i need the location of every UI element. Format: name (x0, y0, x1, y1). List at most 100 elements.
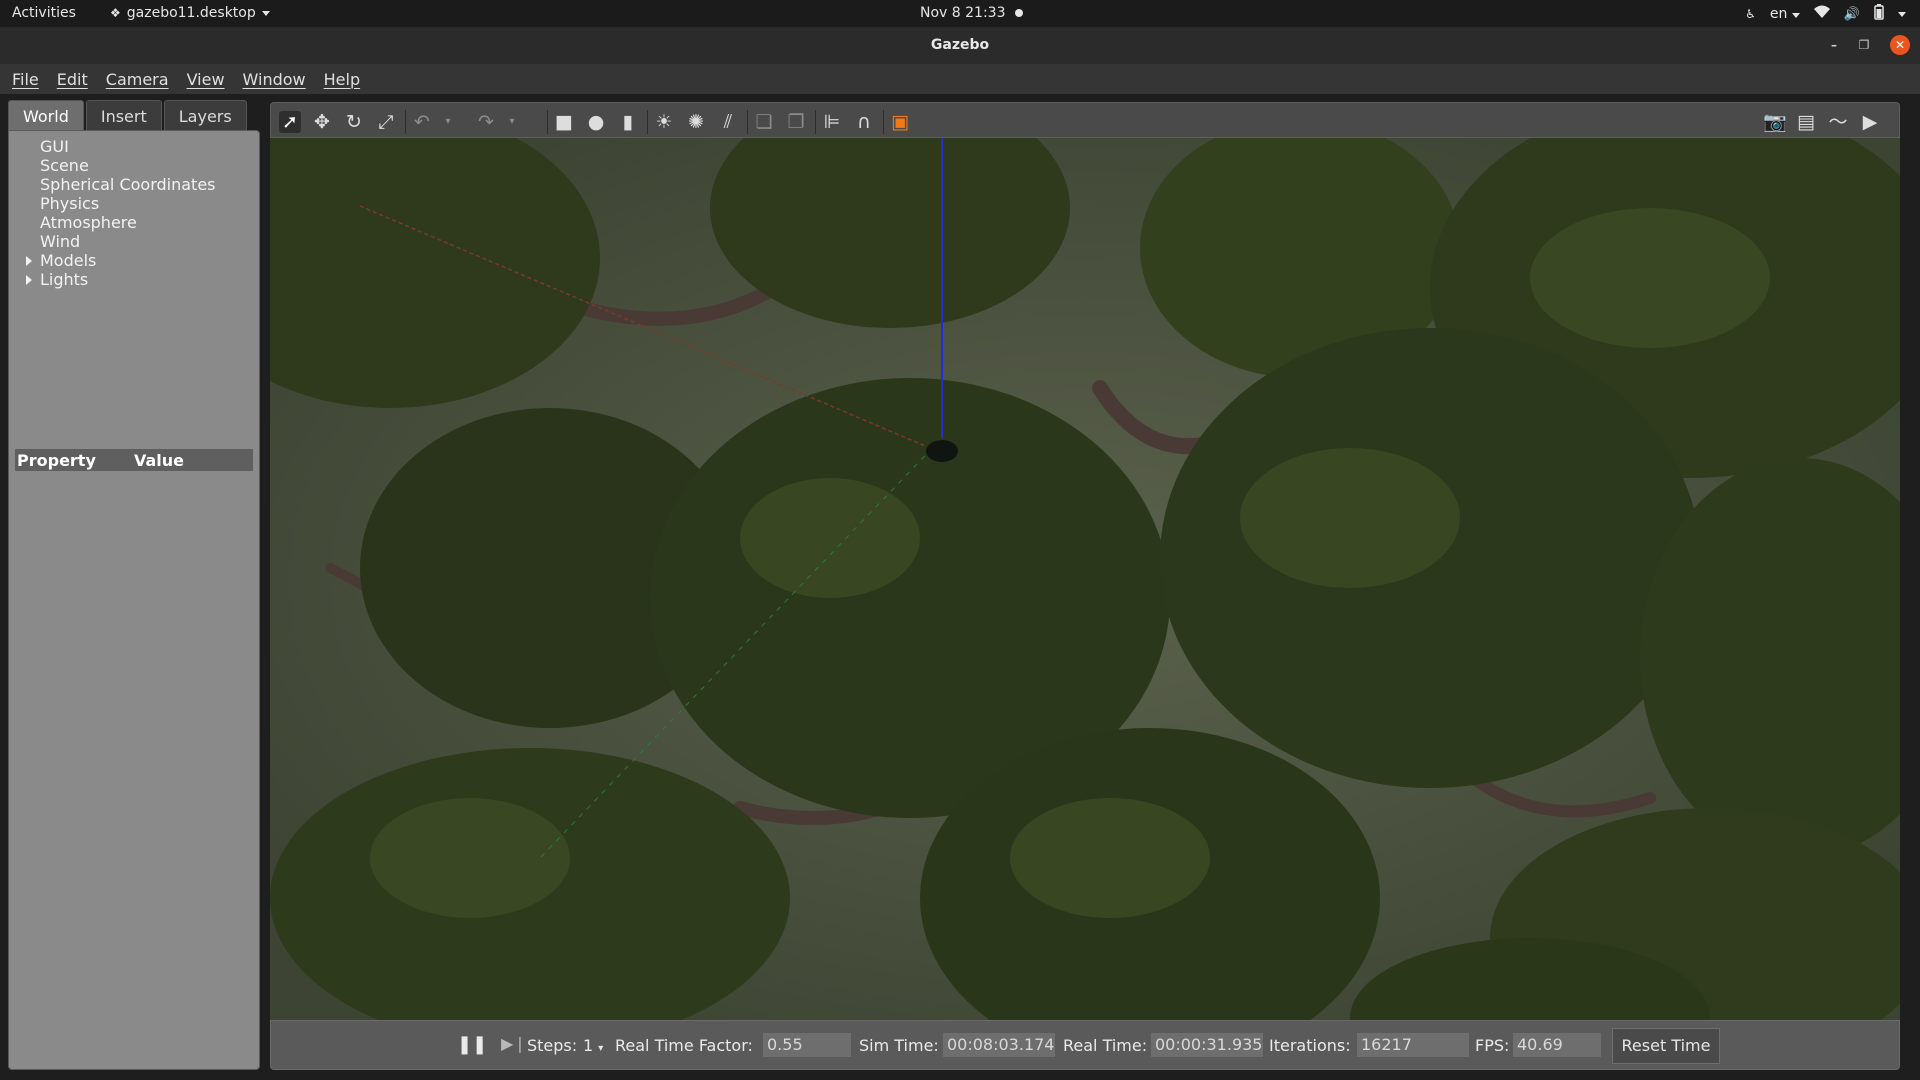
menu-window[interactable]: Window (243, 70, 306, 89)
left-panel: World Insert Layers GUI Scene Spherical … (8, 100, 260, 1070)
screenshot-icon[interactable]: 📷 (1763, 111, 1787, 133)
chevron-down-icon (261, 10, 270, 16)
minimize-button[interactable]: – (1824, 35, 1844, 55)
translate-mode-icon[interactable]: ✥ (311, 111, 333, 133)
real-time-factor-value: 0.55 (763, 1033, 851, 1057)
robot-model[interactable] (926, 440, 958, 462)
box-shape-icon[interactable]: ■ (553, 111, 575, 133)
world-tree: GUI Scene Spherical Coordinates Physics … (9, 137, 259, 289)
activities-button[interactable]: Activities (12, 5, 76, 21)
tree-item-gui[interactable]: GUI (9, 137, 259, 156)
accessibility-icon[interactable]: ♿ (1745, 7, 1756, 21)
real-time-value: 00:00:31.935 (1151, 1033, 1263, 1057)
tab-layers[interactable]: Layers (163, 100, 247, 130)
sim-time-label: Sim Time: (859, 1036, 939, 1055)
clock-label: Nov 8 21:33 (920, 5, 1006, 21)
menu-view[interactable]: View (187, 70, 225, 89)
log-data-icon[interactable]: ▤ (1795, 111, 1817, 133)
wifi-icon[interactable] (1813, 5, 1830, 23)
pause-button[interactable]: ❚❚ (457, 1034, 487, 1055)
chevron-down-icon (1791, 13, 1800, 18)
real-time-factor-label: Real Time Factor: (615, 1036, 753, 1055)
menu-help[interactable]: Help (324, 70, 360, 89)
tree-item-label: Atmosphere (40, 213, 137, 232)
rotate-mode-icon[interactable]: ↻ (343, 111, 365, 133)
cylinder-shape-icon[interactable]: ▮ (617, 111, 639, 133)
system-tray: ♿ en 🔊 (1745, 4, 1906, 24)
scene-render (270, 138, 1900, 1020)
steps-spinbox[interactable]: 1 ▾ (583, 1036, 603, 1055)
select-mode-icon[interactable]: ➚ (279, 111, 301, 133)
copy-icon[interactable]: ❏ (753, 111, 775, 133)
tree-item-physics[interactable]: Physics (9, 194, 259, 213)
menu-bar: File Edit Camera View Window Help (0, 64, 1920, 94)
paste-icon[interactable]: ❐ (785, 111, 807, 133)
battery-icon[interactable] (1874, 4, 1884, 24)
point-light-icon[interactable]: ☀ (653, 111, 675, 133)
scale-mode-icon[interactable]: ⤢ (375, 111, 397, 133)
toolbar: ➚ ✥ ↻ ⤢ ↶ ▾ ↷ ▾ ■ ● ▮ ☀ ✺ ⫽ ❏ ❐ ⊫ ∩ ▣ 📷 … (270, 102, 1900, 138)
volume-icon[interactable]: 🔊 (1844, 7, 1860, 22)
sphere-shape-icon[interactable]: ● (585, 111, 607, 133)
input-language[interactable]: en (1770, 6, 1800, 22)
align-icon[interactable]: ⊫ (821, 111, 843, 133)
expand-arrow-icon[interactable] (26, 275, 32, 285)
maximize-button[interactable]: ❐ (1854, 35, 1874, 55)
tree-item-scene[interactable]: Scene (9, 156, 259, 175)
menu-edit[interactable]: Edit (57, 70, 88, 89)
system-menu-chevron-icon[interactable] (1898, 11, 1906, 17)
tree-item-label: Scene (40, 156, 89, 175)
redo-icon[interactable]: ↷ (475, 111, 497, 133)
tree-item-atmosphere[interactable]: Atmosphere (9, 213, 259, 232)
steps-value: 1 (583, 1036, 594, 1055)
notification-dot-icon (1015, 9, 1024, 17)
undo-history-icon[interactable]: ▾ (437, 111, 459, 133)
gazebo-app-icon: ❖ (110, 6, 121, 20)
tree-item-label: Models (40, 251, 97, 270)
clock[interactable]: Nov 8 21:33 (920, 5, 1024, 21)
toolbar-separator (405, 110, 406, 134)
iterations-label: Iterations: (1269, 1036, 1351, 1055)
expand-arrow-icon[interactable] (26, 256, 32, 266)
step-button[interactable]: ▶❘ (501, 1034, 527, 1053)
window-title: Gazebo (930, 37, 990, 53)
toolbar-separator (547, 110, 548, 134)
fps-value: 40.69 (1513, 1033, 1601, 1057)
chevron-down-icon: ▾ (598, 1043, 604, 1054)
redo-history-icon[interactable]: ▾ (501, 111, 523, 133)
fps-label: FPS: (1475, 1036, 1510, 1055)
app-menu[interactable]: ❖ gazebo11.desktop (110, 5, 270, 21)
toolbar-separator (883, 110, 884, 134)
spot-light-icon[interactable]: ✺ (685, 111, 707, 133)
change-view-icon[interactable]: ▣ (889, 111, 911, 133)
tree-item-label: Spherical Coordinates (40, 175, 216, 194)
snap-icon[interactable]: ∩ (853, 111, 875, 133)
close-button[interactable]: ✕ (1890, 35, 1910, 55)
tree-item-label: Physics (40, 194, 100, 213)
steps-label: Steps: (527, 1036, 578, 1055)
tree-item-models[interactable]: Models (9, 251, 259, 270)
tab-insert[interactable]: Insert (85, 100, 162, 130)
toolbar-separator (647, 110, 648, 134)
tree-item-lights[interactable]: Lights (9, 270, 259, 289)
directional-light-icon[interactable]: ⫽ (717, 111, 739, 133)
value-column-header[interactable]: Value (134, 451, 184, 470)
record-video-icon[interactable]: ▶ (1859, 111, 1881, 133)
reset-time-button[interactable]: Reset Time (1612, 1028, 1720, 1064)
3d-viewport[interactable] (270, 138, 1900, 1020)
real-time-label: Real Time: (1063, 1036, 1148, 1055)
world-panel: GUI Scene Spherical Coordinates Physics … (8, 130, 260, 1070)
panel-tabs: World Insert Layers (8, 100, 260, 130)
undo-icon[interactable]: ↶ (411, 111, 433, 133)
app-menu-label: gazebo11.desktop (126, 5, 256, 21)
tree-item-wind[interactable]: Wind (9, 232, 259, 251)
tree-item-spherical-coordinates[interactable]: Spherical Coordinates (9, 175, 259, 194)
sim-time-value: 00:08:03.174 (943, 1033, 1055, 1057)
property-column-header[interactable]: Property (15, 451, 134, 470)
plot-icon[interactable]: 〜 (1827, 111, 1849, 133)
menu-file[interactable]: File (12, 70, 39, 89)
tab-world[interactable]: World (8, 100, 84, 130)
menu-camera[interactable]: Camera (106, 70, 169, 89)
tree-item-label: Lights (40, 270, 89, 289)
language-label: en (1769, 6, 1788, 22)
